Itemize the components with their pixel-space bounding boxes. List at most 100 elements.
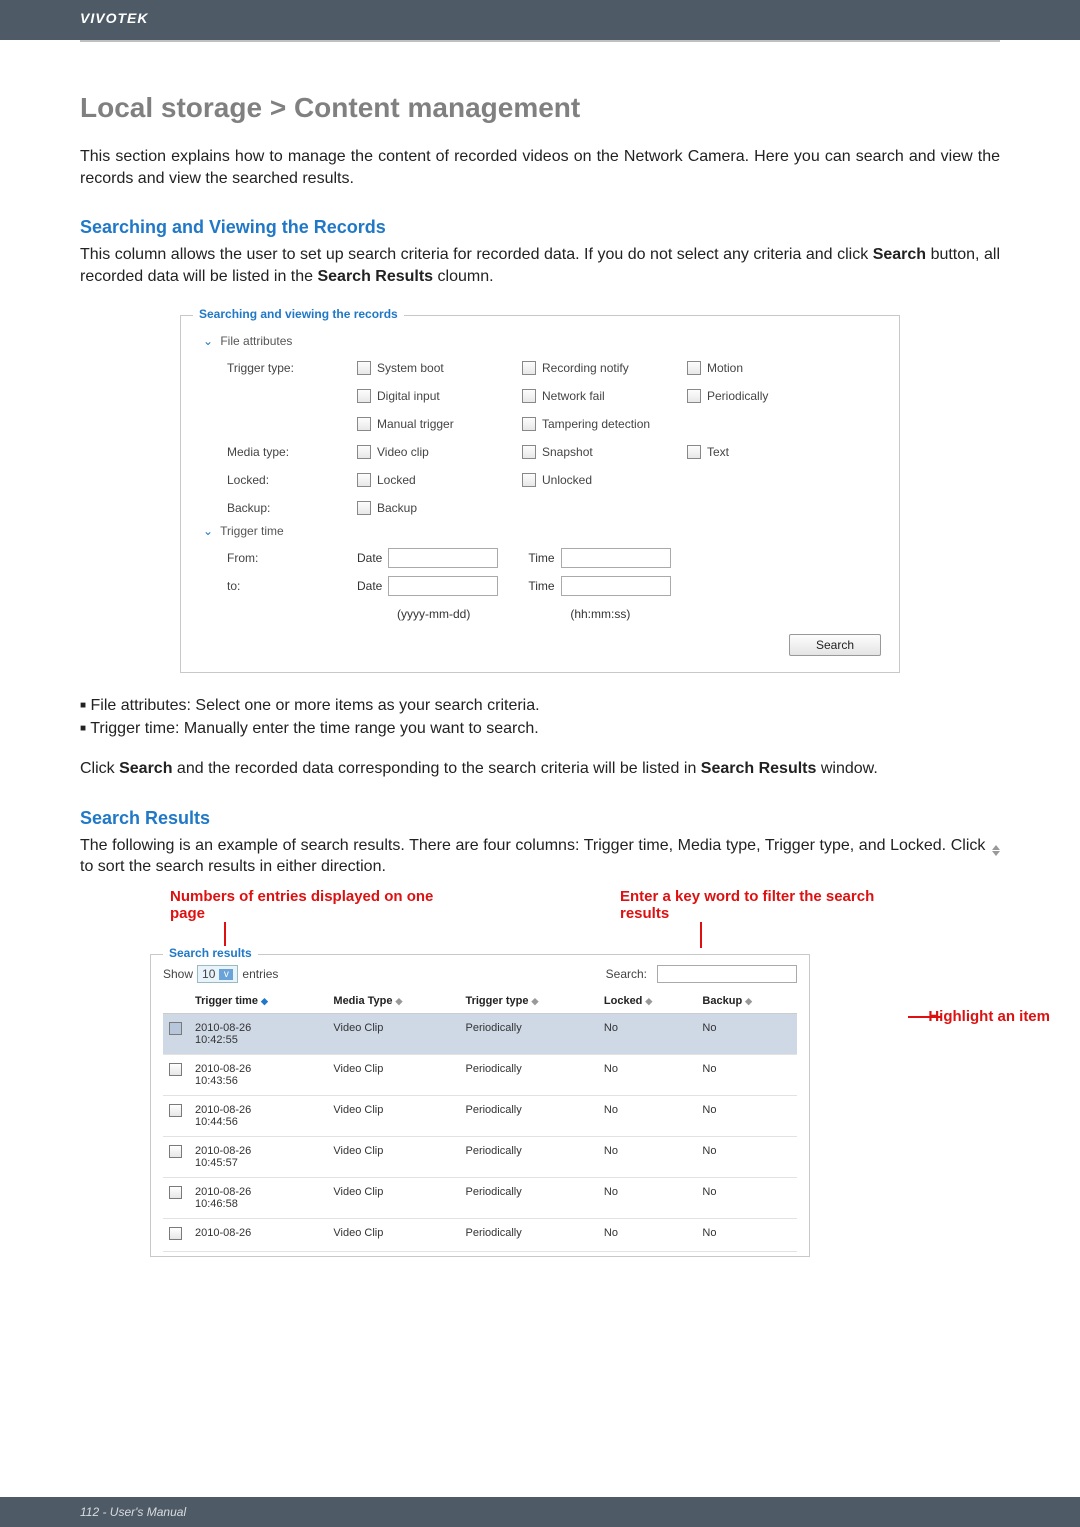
th-label: Media Type xyxy=(333,995,392,1007)
trigger-time-toggle[interactable]: ⌄ Trigger time xyxy=(203,524,881,538)
date-hint: (yyyy-mm-dd) xyxy=(397,607,470,621)
chk-network-fail[interactable]: Network fail xyxy=(522,389,687,403)
cell: Periodically xyxy=(459,1096,597,1137)
table-row[interactable]: 2010-08-26Video ClipPeriodicallyNoNo xyxy=(163,1219,797,1252)
cell: No xyxy=(598,1219,697,1252)
entries-select[interactable]: 10 v xyxy=(197,965,238,983)
from-row: From: Date Time xyxy=(227,546,881,570)
brand-text: VIVOTEK xyxy=(80,10,148,26)
file-attributes-toggle[interactable]: ⌄ File attributes xyxy=(203,334,881,348)
bullet-text: File attributes: Select one or more item… xyxy=(91,697,540,714)
chk-system-boot[interactable]: System boot xyxy=(357,361,522,375)
table-row[interactable]: 2010-08-2610:42:55Video ClipPeriodically… xyxy=(163,1014,797,1055)
square-bullet-icon: ■ xyxy=(80,700,86,711)
results-legend: Search results xyxy=(163,946,258,960)
cs-b1: Search xyxy=(119,760,172,777)
sort-icon: ◆ xyxy=(261,996,268,1006)
col-locked[interactable]: Locked◆ xyxy=(598,989,697,1014)
col-media-type[interactable]: Media Type ◆ xyxy=(327,989,459,1014)
chk-recording-notify[interactable]: Recording notify xyxy=(522,361,687,375)
cell: Video Clip xyxy=(327,1096,459,1137)
chk-periodically[interactable]: Periodically xyxy=(687,389,852,403)
cell: No xyxy=(598,1096,697,1137)
to-time-input[interactable] xyxy=(561,576,671,596)
row-checkbox[interactable] xyxy=(169,1063,182,1076)
table-row[interactable]: 2010-08-2610:44:56Video ClipPeriodically… xyxy=(163,1096,797,1137)
content-area: Local storage > Content management This … xyxy=(0,42,1080,1257)
chk-text[interactable]: Text xyxy=(687,445,852,459)
sort-icon: ◆ xyxy=(745,996,752,1006)
opt-label: Text xyxy=(707,445,729,459)
cell: 2010-08-26 xyxy=(189,1219,327,1252)
table-row[interactable]: 2010-08-2610:46:58Video ClipPeriodically… xyxy=(163,1178,797,1219)
checkbox-icon xyxy=(687,361,701,375)
annot-right-wrap: Enter a key word to filter the search re… xyxy=(620,888,890,949)
sort-icon xyxy=(990,837,1000,854)
search-fieldset: Searching and viewing the records ⌄ File… xyxy=(180,315,900,673)
file-attributes-label: File attributes xyxy=(220,334,292,348)
cell: Video Clip xyxy=(327,1014,459,1055)
cell: No xyxy=(598,1014,697,1055)
sort-icon: ◆ xyxy=(396,996,403,1006)
results-search-label: Search: xyxy=(606,967,647,981)
chk-digital-input[interactable]: Digital input xyxy=(357,389,522,403)
results-search-input[interactable] xyxy=(657,965,797,983)
cell: Video Clip xyxy=(327,1178,459,1219)
cell: 2010-08-2610:46:58 xyxy=(189,1178,327,1219)
search-desc-b2: Search Results xyxy=(317,268,433,285)
checkbox-icon xyxy=(522,361,536,375)
row-checkbox[interactable] xyxy=(169,1227,182,1240)
hint-row: (yyyy-mm-dd) (hh:mm:ss) xyxy=(227,602,881,626)
opt-label: Motion xyxy=(707,361,743,375)
opt-label: Digital input xyxy=(377,389,440,403)
search-desc-b1: Search xyxy=(873,246,926,263)
search-button[interactable]: Search xyxy=(789,634,881,656)
chk-manual-trigger[interactable]: Manual trigger xyxy=(357,417,522,431)
locked-label: Locked: xyxy=(227,473,357,487)
opt-label: System boot xyxy=(377,361,444,375)
chk-snapshot[interactable]: Snapshot xyxy=(522,445,687,459)
from-date-input[interactable] xyxy=(388,548,498,568)
col-trigger-type[interactable]: Trigger type◆ xyxy=(459,989,597,1014)
row-checkbox[interactable] xyxy=(169,1104,182,1117)
chk-unlocked[interactable]: Unlocked xyxy=(522,473,687,487)
chk-backup[interactable]: Backup xyxy=(357,501,522,515)
opt-label: Tampering detection xyxy=(542,417,650,431)
chk-locked[interactable]: Locked xyxy=(357,473,522,487)
chk-motion[interactable]: Motion xyxy=(687,361,852,375)
trigger-type-row2: Digital input Network fail Periodically xyxy=(227,384,881,408)
cell: No xyxy=(598,1178,697,1219)
cell: 2010-08-2610:45:57 xyxy=(189,1137,327,1178)
sort-icon: ◆ xyxy=(531,996,538,1006)
cell: Periodically xyxy=(459,1178,597,1219)
row-checkbox[interactable] xyxy=(169,1022,182,1035)
col-trigger-time[interactable]: Trigger time◆ xyxy=(189,989,327,1014)
table-row[interactable]: 2010-08-2610:43:56Video ClipPeriodically… xyxy=(163,1055,797,1096)
opt-label: Manual trigger xyxy=(377,417,454,431)
table-row[interactable]: 2010-08-2610:45:57Video ClipPeriodically… xyxy=(163,1137,797,1178)
sort-icon: ◆ xyxy=(645,996,652,1006)
chk-video-clip[interactable]: Video clip xyxy=(357,445,522,459)
cell: Video Clip xyxy=(327,1137,459,1178)
col-checkbox xyxy=(163,989,189,1014)
checkbox-icon xyxy=(357,473,371,487)
search-desc-post: cloumn. xyxy=(433,268,493,285)
th-label: Trigger time xyxy=(195,995,258,1007)
arrow-down-icon xyxy=(224,922,226,948)
arrow-down-icon xyxy=(700,922,702,948)
cell: Video Clip xyxy=(327,1055,459,1096)
cell: No xyxy=(696,1219,797,1252)
search-desc-pre: This column allows the user to set up se… xyxy=(80,246,873,263)
chk-tampering[interactable]: Tampering detection xyxy=(522,417,722,431)
media-type-label: Media type: xyxy=(227,445,357,459)
cell: No xyxy=(696,1055,797,1096)
from-time-input[interactable] xyxy=(561,548,671,568)
col-backup[interactable]: Backup◆ xyxy=(696,989,797,1014)
row-checkbox[interactable] xyxy=(169,1145,182,1158)
to-date-input[interactable] xyxy=(388,576,498,596)
search-legend: Searching and viewing the records xyxy=(193,307,404,321)
opt-label: Snapshot xyxy=(542,445,593,459)
square-bullet-icon: ■ xyxy=(80,723,86,734)
time-label: Time xyxy=(528,551,554,565)
row-checkbox[interactable] xyxy=(169,1186,182,1199)
